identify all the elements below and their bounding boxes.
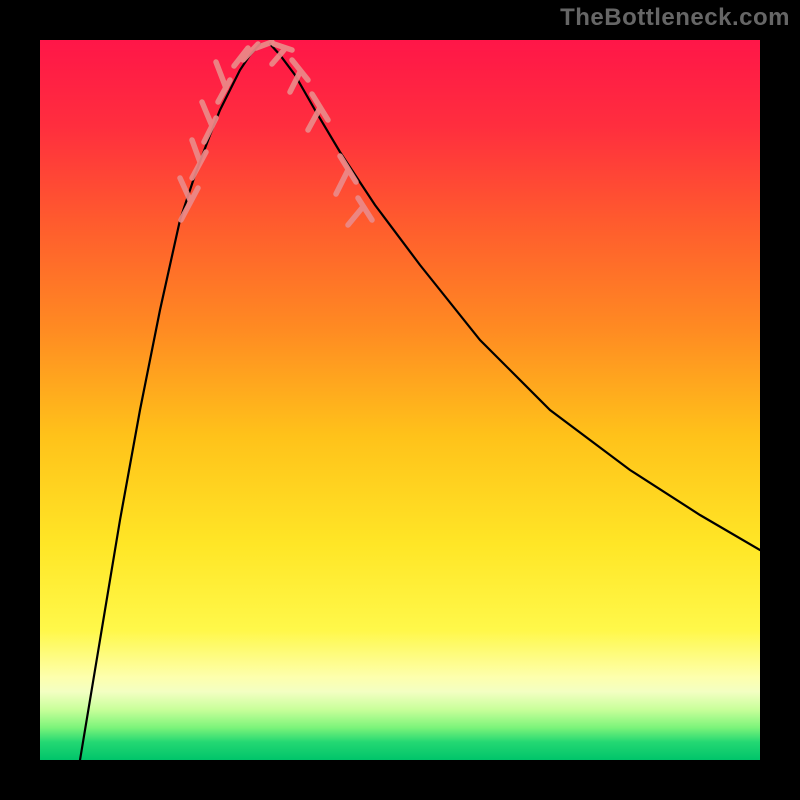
- curve-left-arm: [80, 44, 260, 760]
- crosshatch-left: [180, 42, 272, 220]
- curve-right-arm: [270, 44, 760, 550]
- crosshatch-right: [272, 44, 372, 225]
- watermark-label: TheBottleneck.com: [560, 4, 790, 32]
- plot-frame: [40, 40, 760, 760]
- chart-root: TheBottleneck.com: [0, 0, 800, 800]
- curve-layer: [40, 40, 760, 760]
